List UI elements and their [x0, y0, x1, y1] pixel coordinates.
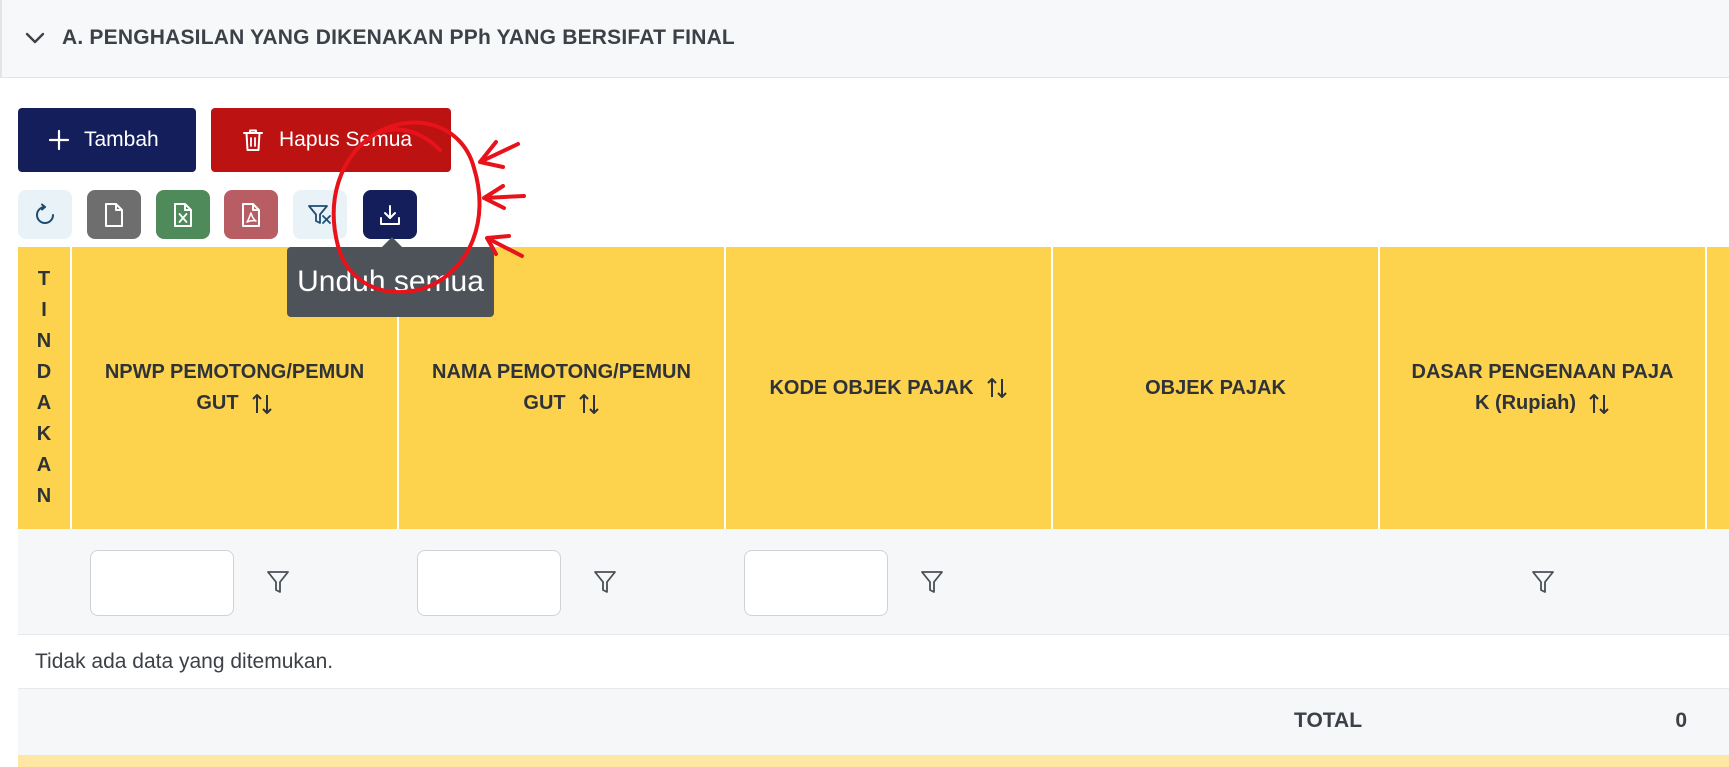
download-tooltip: Unduh semua	[287, 247, 494, 317]
header-letter: K	[36, 423, 52, 445]
empty-row: Tidak ada data yang ditemukan.	[18, 635, 1729, 689]
chevron-down-icon[interactable]	[24, 28, 46, 48]
refresh-button[interactable]	[18, 190, 72, 239]
delete-all-button[interactable]: Hapus Semua	[211, 108, 451, 172]
column-header-tindakan: T I N D A K A N	[18, 247, 72, 529]
column-header-npwp-line1: NPWP PEMOTONG/PEMUN	[104, 361, 365, 383]
column-header-nama-line2: GUT	[523, 392, 566, 414]
sort-icon[interactable]	[1588, 392, 1610, 416]
add-button[interactable]: Tambah	[18, 108, 196, 172]
export-csv-button[interactable]	[87, 190, 141, 239]
column-header-kode-label: KODE OBJEK PAJAK	[769, 376, 974, 399]
column-header-next	[1707, 247, 1729, 529]
download-all-button[interactable]	[363, 190, 417, 239]
sort-icon[interactable]	[986, 376, 1008, 400]
npwp-filter-input[interactable]	[90, 550, 234, 616]
export-excel-button[interactable]	[156, 190, 210, 239]
trash-icon	[243, 129, 263, 151]
empty-message: Tidak ada data yang ditemukan.	[35, 650, 334, 673]
section-title: A. PENGHASILAN YANG DIKENAKAN PPh YANG B…	[62, 26, 735, 49]
filter-row	[18, 529, 1729, 635]
header-letter: D	[36, 361, 52, 383]
column-header-dasar-line1: DASAR PENGENAAN PAJA	[1411, 361, 1674, 383]
column-header-kode-objek-pajak[interactable]: KODE OBJEK PAJAK	[726, 247, 1053, 529]
column-header-objek-label: OBJEK PAJAK	[1145, 376, 1286, 399]
filter-icon[interactable]	[266, 569, 290, 595]
filter-icon[interactable]	[920, 569, 944, 595]
column-header-dasar-line2: K (Rupiah)	[1474, 392, 1577, 414]
table-footer-strip	[18, 755, 1729, 767]
clear-filter-button[interactable]	[293, 190, 347, 239]
total-label: TOTAL	[1294, 709, 1363, 732]
excel-icon	[174, 202, 192, 227]
table-header: T I N D A K A N NPWP PEMOTONG/PEMUN GUT …	[18, 247, 1729, 529]
annotation-arrow	[478, 140, 520, 169]
export-pdf-button[interactable]	[224, 190, 278, 239]
section-header[interactable]: A. PENGHASILAN YANG DIKENAKAN PPh YANG B…	[0, 0, 1729, 78]
kode-filter-input[interactable]	[744, 550, 888, 616]
column-header-dasar-pengenaan-pajak[interactable]: DASAR PENGENAAN PAJA K (Rupiah)	[1380, 247, 1707, 529]
plus-icon	[48, 129, 70, 151]
column-header-npwp-line2: GUT	[196, 392, 239, 414]
annotation-arrow	[482, 184, 526, 210]
filter-icon[interactable]	[593, 569, 617, 595]
page: A. PENGHASILAN YANG DIKENAKAN PPh YANG B…	[0, 0, 1729, 767]
add-button-label: Tambah	[84, 128, 159, 151]
refresh-icon	[36, 203, 54, 224]
header-letter: N	[36, 485, 52, 507]
download-icon	[380, 204, 400, 225]
header-letter: A	[36, 454, 52, 476]
nama-filter-input[interactable]	[417, 550, 561, 616]
delete-all-button-label: Hapus Semua	[279, 128, 413, 151]
sort-icon[interactable]	[251, 392, 273, 416]
header-letter: N	[36, 330, 52, 352]
column-header-nama-line1: NAMA PEMOTONG/PEMUN	[432, 361, 691, 383]
header-letter: I	[41, 299, 47, 321]
total-row: TOTAL 0	[18, 689, 1729, 755]
pdf-icon	[242, 202, 260, 227]
filter-icon[interactable]	[1531, 569, 1555, 595]
filter-clear-icon	[308, 204, 331, 224]
column-header-objek-pajak: OBJEK PAJAK	[1053, 247, 1380, 529]
file-icon	[105, 202, 123, 227]
header-letter: T	[37, 268, 51, 290]
header-letter: A	[36, 392, 52, 414]
sort-icon[interactable]	[578, 392, 600, 416]
tooltip-arrow	[382, 237, 402, 247]
total-value: 0	[1675, 709, 1687, 732]
